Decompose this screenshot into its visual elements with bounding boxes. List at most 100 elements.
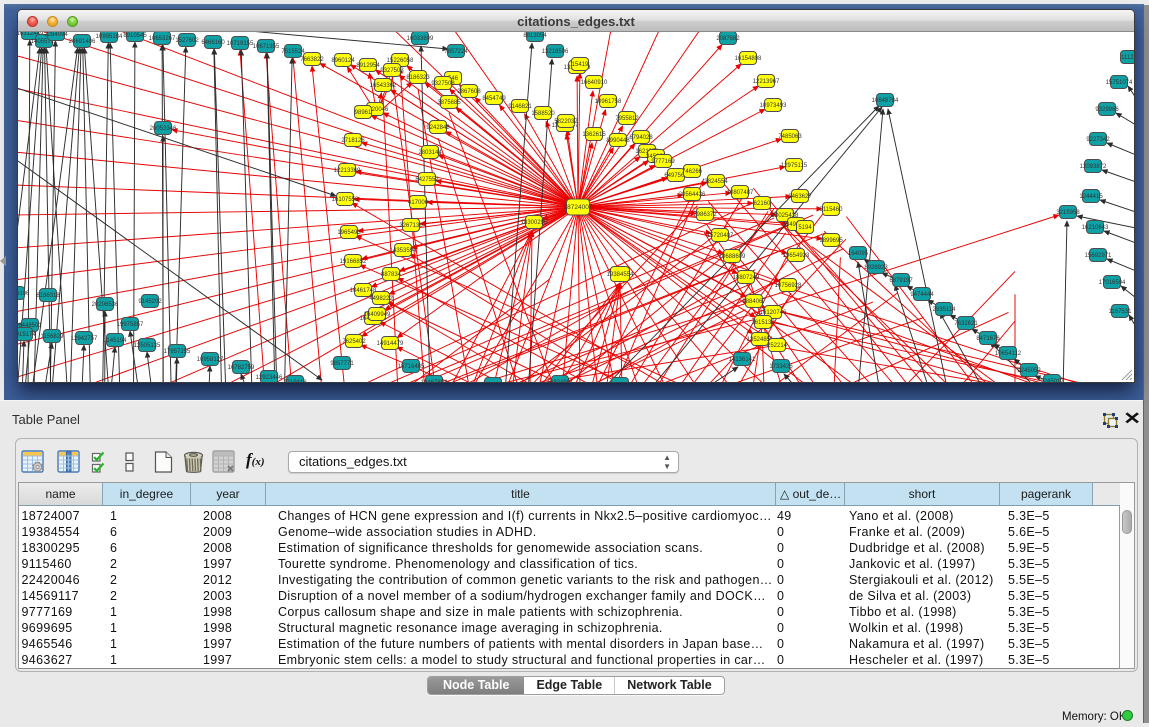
svg-text:12213369: 12213369 <box>334 168 361 174</box>
svg-text:16543362: 16543362 <box>370 83 397 89</box>
svg-text:7663822: 7663822 <box>300 57 324 63</box>
svg-text:6466160: 6466160 <box>201 40 225 46</box>
svg-text:19975857: 19975857 <box>117 322 144 328</box>
svg-text:18300295: 18300295 <box>521 220 548 226</box>
svg-text:9329966: 9329966 <box>1095 107 1119 113</box>
svg-text:9463627: 9463627 <box>788 194 812 200</box>
svg-text:12942757: 12942757 <box>71 336 98 342</box>
svg-text:252214: 252214 <box>767 343 788 349</box>
svg-text:7719416: 7719416 <box>283 380 307 382</box>
svg-text:6879197: 6879197 <box>889 278 913 284</box>
svg-text:887834: 887834 <box>381 272 402 278</box>
svg-text:10719155: 10719155 <box>227 41 254 47</box>
svg-text:5822037: 5822037 <box>554 119 578 125</box>
svg-text:7485063: 7485063 <box>778 134 802 140</box>
svg-text:7515524: 7515524 <box>281 49 305 55</box>
svg-text:2718126: 2718126 <box>341 138 365 144</box>
svg-text:1145194: 1145194 <box>104 338 128 344</box>
svg-text:10648784: 10648784 <box>872 98 899 104</box>
svg-text:10653267: 10653267 <box>149 36 176 42</box>
svg-text:16782759: 16782759 <box>228 365 255 371</box>
svg-text:7632621: 7632621 <box>954 321 978 327</box>
svg-text:16210643: 16210643 <box>1082 225 1109 231</box>
svg-text:14914479: 14914479 <box>377 341 404 347</box>
svg-text:16033809: 16033809 <box>407 36 434 42</box>
svg-text:16640910: 16640910 <box>581 80 608 86</box>
svg-text:98961: 98961 <box>355 110 372 116</box>
svg-text:164095: 164095 <box>848 251 869 257</box>
svg-text:8912954: 8912954 <box>356 63 380 69</box>
svg-text:10688609: 10688609 <box>719 254 746 260</box>
svg-text:1167531: 1167531 <box>1109 309 1133 315</box>
svg-text:1588520: 1588520 <box>531 111 555 117</box>
svg-text:1156829: 1156829 <box>41 334 65 340</box>
svg-text:10973493: 10973493 <box>760 103 787 109</box>
svg-text:20206536: 20206536 <box>92 302 119 308</box>
svg-text:20691406: 20691406 <box>69 39 96 45</box>
svg-text:3875685: 3875685 <box>437 100 461 106</box>
svg-text:8938923: 8938923 <box>864 265 888 271</box>
svg-text:15751074: 15751074 <box>1106 80 1133 86</box>
svg-text:15716485: 15716485 <box>398 364 425 370</box>
svg-text:16409949: 16409949 <box>364 312 391 318</box>
svg-text:11122: 11122 <box>1121 55 1134 61</box>
svg-text:13218506: 13218506 <box>542 49 569 55</box>
svg-text:19166852: 19166852 <box>340 259 367 265</box>
svg-text:2867608: 2867608 <box>457 89 481 95</box>
svg-text:8990448: 8990448 <box>606 138 630 144</box>
svg-text:15419: 15419 <box>572 62 589 68</box>
svg-text:2087682: 2087682 <box>716 36 740 42</box>
svg-text:14353594: 14353594 <box>390 248 417 254</box>
svg-text:8454749: 8454749 <box>482 96 506 102</box>
svg-text:10961758: 10961758 <box>595 99 622 105</box>
svg-text:16154808: 16154808 <box>735 56 762 62</box>
svg-text:9777169: 9777169 <box>651 159 675 165</box>
svg-text:15692971: 15692971 <box>1085 253 1112 259</box>
svg-text:18824991: 18824991 <box>547 380 574 382</box>
svg-text:18807249: 18807249 <box>733 275 760 281</box>
svg-text:9899695: 9899695 <box>819 238 843 244</box>
svg-text:2935114: 2935114 <box>933 307 957 313</box>
svg-text:10807487: 10807487 <box>727 190 754 196</box>
svg-text:20564436: 20564436 <box>679 192 706 198</box>
svg-text:1965493: 1965493 <box>337 230 361 236</box>
svg-text:8186318: 8186318 <box>36 293 60 299</box>
svg-text:7955812: 7955812 <box>615 116 639 122</box>
svg-text:17016504: 17016504 <box>1099 280 1126 286</box>
svg-text:9327503: 9327503 <box>380 68 404 74</box>
svg-text:3915174: 3915174 <box>18 332 36 338</box>
svg-text:10958127: 10958127 <box>197 357 224 363</box>
svg-text:5194: 5194 <box>798 225 812 231</box>
svg-text:9145202: 9145202 <box>138 299 162 305</box>
svg-text:1527602: 1527602 <box>175 38 199 44</box>
svg-text:4498222: 4498222 <box>369 296 393 302</box>
svg-text:12093872: 12093872 <box>1080 164 1107 170</box>
svg-text:8813054: 8813054 <box>523 33 547 39</box>
svg-text:1615132: 1615132 <box>751 320 775 326</box>
svg-text:9245052: 9245052 <box>1017 368 1041 374</box>
svg-text:19384554: 19384554 <box>607 272 634 278</box>
svg-text:9227342: 9227342 <box>1086 137 1110 143</box>
svg-text:9857771: 9857771 <box>330 361 354 367</box>
svg-text:417006: 417006 <box>408 200 429 206</box>
svg-text:746266: 746266 <box>682 169 703 175</box>
svg-text:26206106: 26206106 <box>18 291 30 297</box>
svg-text:8471676: 8471676 <box>976 336 1000 342</box>
svg-text:7986372: 7986372 <box>693 212 717 218</box>
svg-text:9146821: 9146821 <box>508 104 532 110</box>
svg-text:62160: 62160 <box>754 201 771 207</box>
svg-text:16107553: 16107553 <box>332 197 359 203</box>
svg-text:10756928: 10756928 <box>775 283 802 289</box>
svg-text:7625402: 7625402 <box>342 339 366 345</box>
svg-text:6794028: 6794028 <box>629 135 653 141</box>
svg-text:19654923: 19654923 <box>783 253 810 259</box>
svg-text:20053346: 20053346 <box>150 126 177 132</box>
svg-text:9115460: 9115460 <box>820 207 844 213</box>
svg-text:9474444: 9474444 <box>910 292 934 298</box>
svg-text:12923446: 12923446 <box>256 375 283 381</box>
svg-text:3824554: 3824554 <box>704 179 728 185</box>
svg-text:7857224: 7857224 <box>444 49 468 55</box>
svg-text:10654112: 10654112 <box>995 351 1022 357</box>
svg-text:8910545: 8910545 <box>123 33 147 39</box>
svg-text:8186323: 8186323 <box>406 75 430 81</box>
